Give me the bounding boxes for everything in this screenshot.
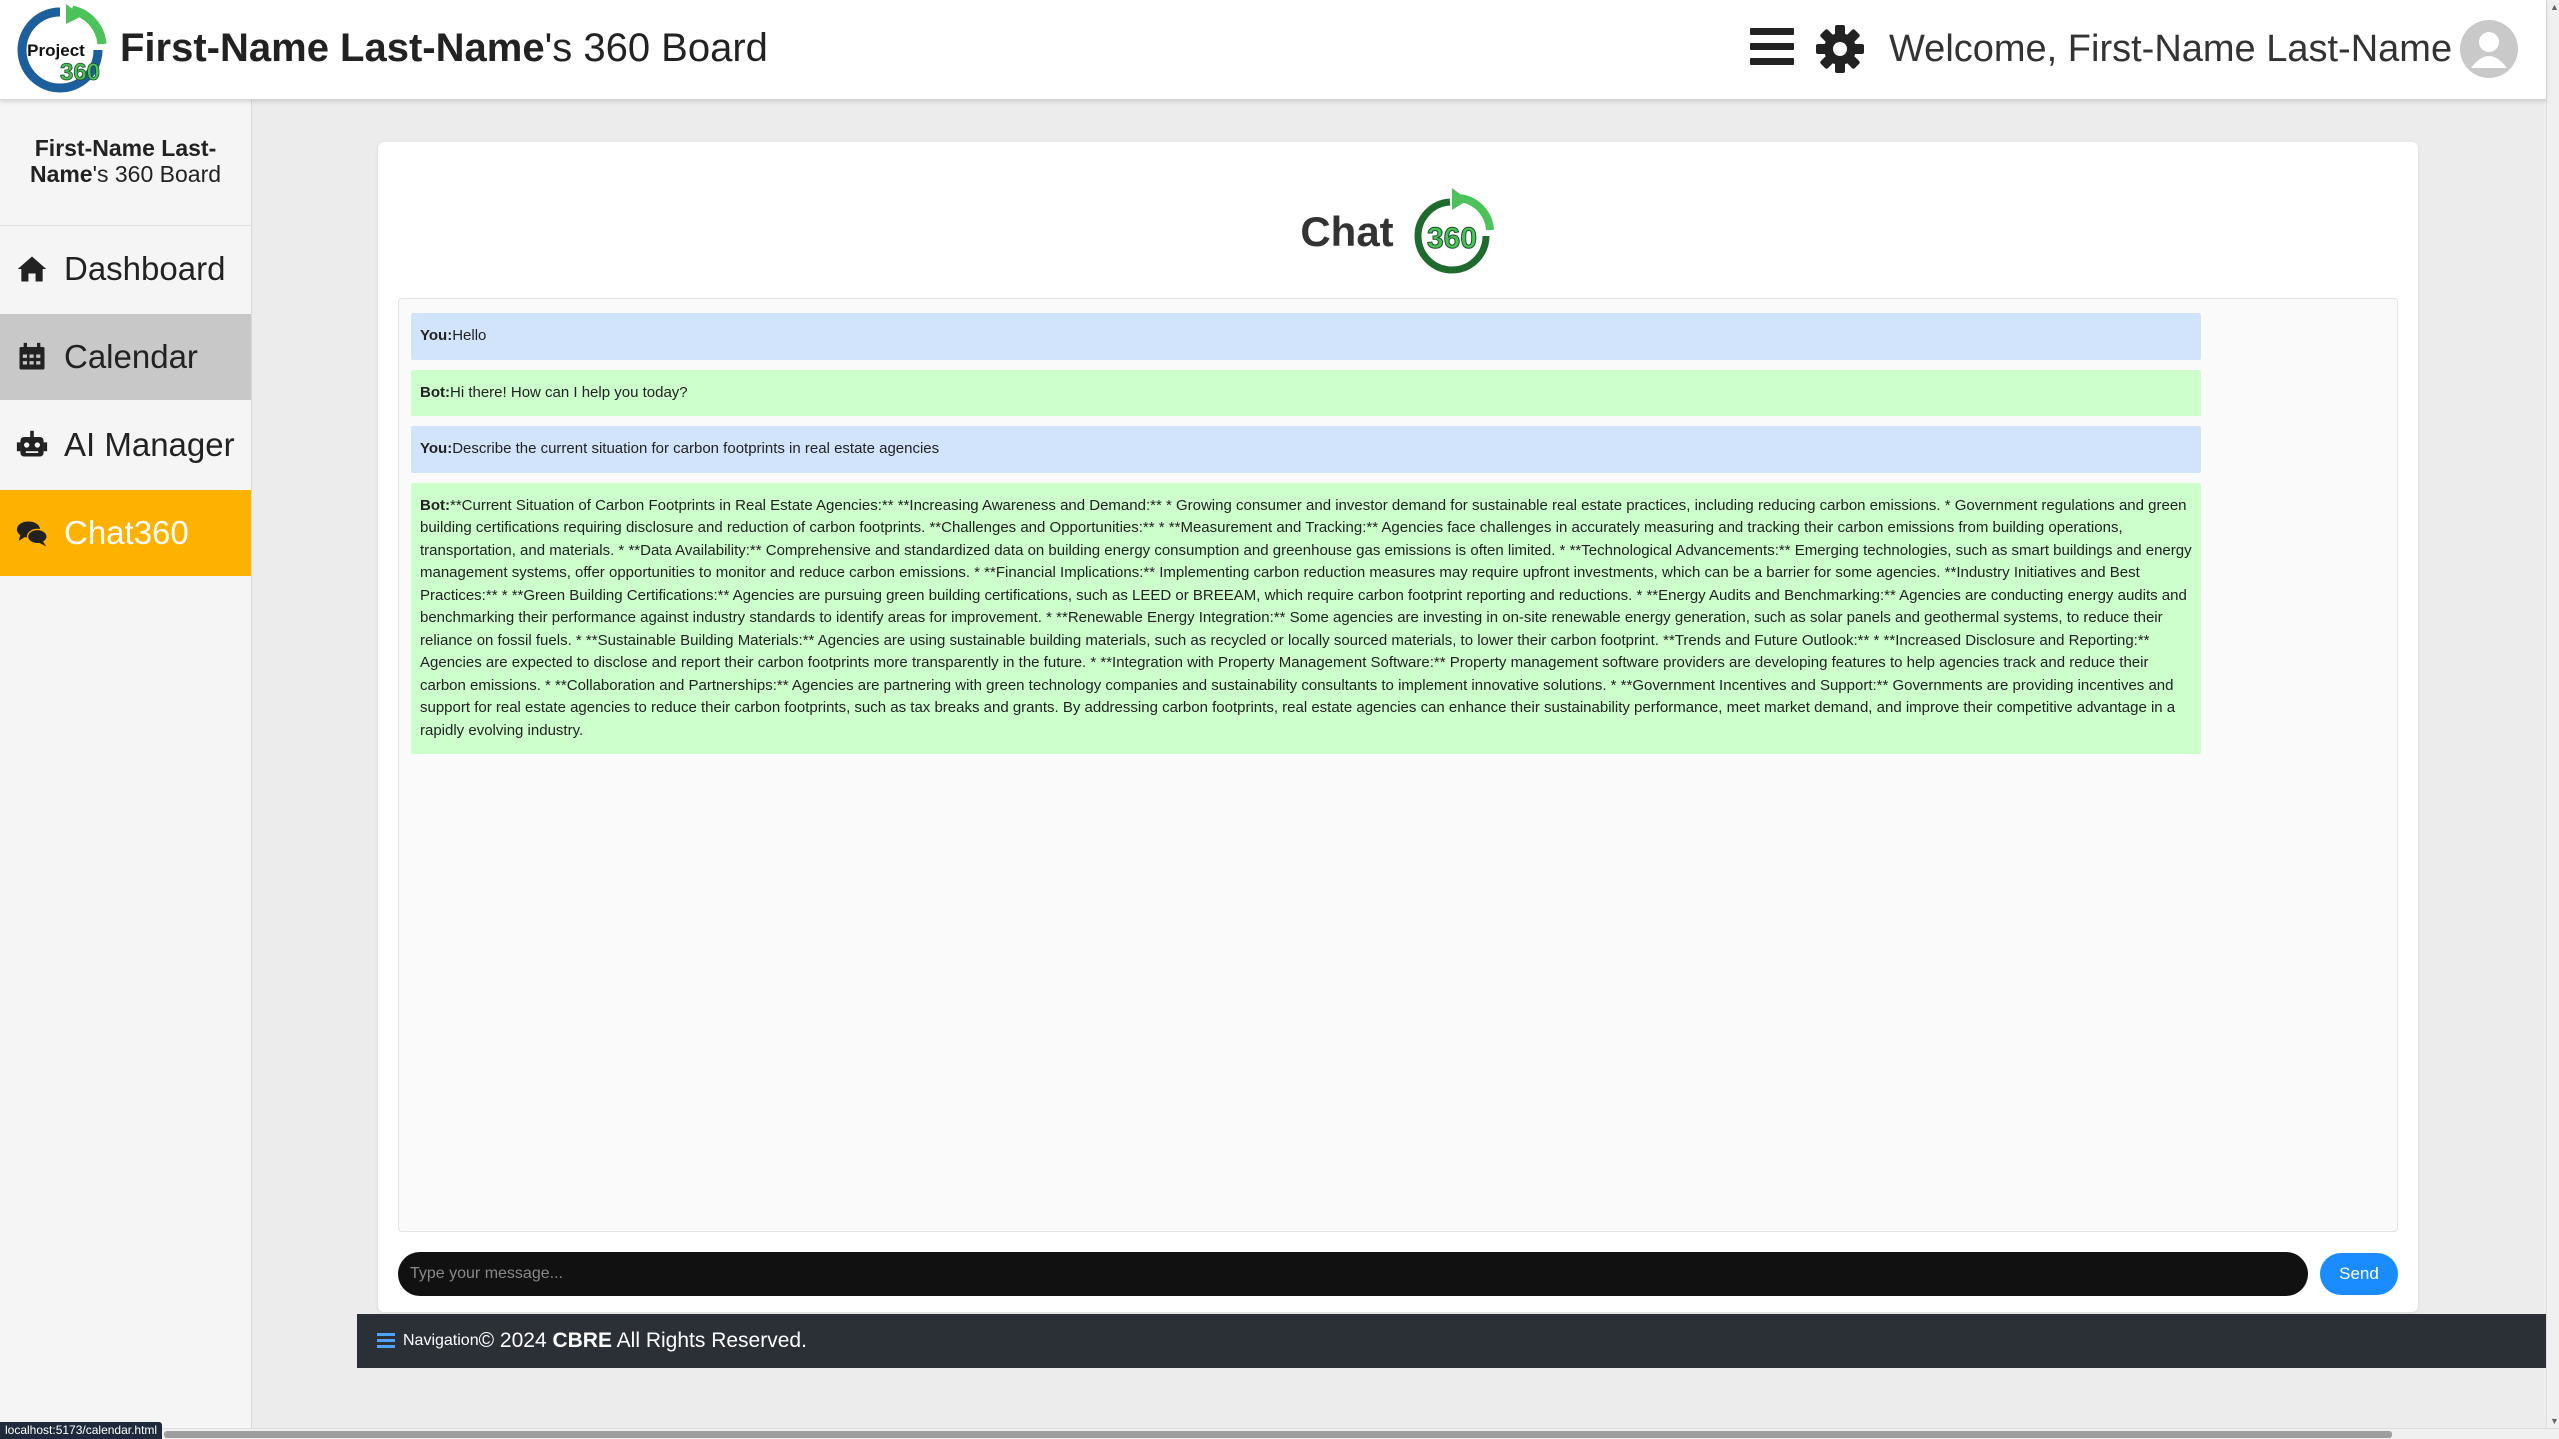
sidebar-item-calendar[interactable]: Calendar (0, 314, 251, 400)
page-title: First-Name Last-Name's 360 Board (120, 26, 768, 71)
message-user: You:Hello (411, 313, 2201, 360)
horizontal-scrollbar[interactable] (0, 1428, 2559, 1439)
user-avatar-icon[interactable] (2460, 20, 2518, 78)
message-sender: Bot: (420, 496, 450, 514)
sidebar-item-label: Chat360 (64, 514, 189, 551)
logo-text-project: Project (27, 41, 85, 60)
message-text: **Current Situation of Carbon Footprints… (420, 496, 2192, 739)
company-name: CBRE (552, 1329, 612, 1352)
sidebar-item-chat360[interactable]: Chat360 (0, 490, 251, 576)
home-icon (14, 251, 50, 287)
chat-logo-text: 360 (1427, 222, 1477, 255)
footer-copyright: © 2024 CBRE All Rights Reserved. (479, 1329, 807, 1353)
message-text: Hi there! How can I help you today? (450, 383, 688, 401)
message-input[interactable] (398, 1252, 2308, 1296)
chat-360-logo: 360 (1414, 188, 1494, 274)
welcome-text: Welcome, First-Name Last-Name (1889, 28, 2453, 70)
page-title-suffix: 's 360 Board (544, 26, 768, 70)
message-user: You:Describe the current situation for c… (411, 426, 2201, 473)
message-bot: Bot:Hi there! How can I help you today? (411, 369, 2201, 416)
sidebar-item-label: AI Manager (64, 426, 235, 463)
chat-bubbles-icon (14, 515, 50, 551)
chat-header: Chat 360 (378, 182, 2418, 282)
sidebar-item-dashboard[interactable]: Dashboard (0, 226, 251, 312)
message-text: Hello (452, 327, 487, 344)
sidebar-title-suffix: 's 360 Board (92, 161, 222, 187)
logo-text-360: 360 (60, 59, 100, 86)
message-list[interactable]: You:Hello Bot:Hi there! How can I help y… (398, 298, 2398, 1232)
scroll-down-arrow-icon[interactable]: ▼ (2550, 1416, 2559, 1426)
scroll-up-arrow-icon[interactable]: ▲ (2550, 2, 2559, 12)
copyright-prefix: © 2024 (478, 1329, 553, 1352)
footer-menu-icon (377, 1333, 395, 1349)
sidebar-title: First-Name Last-Name's 360 Board (0, 100, 251, 226)
vertical-scrollbar[interactable]: ▲ ▼ (2546, 0, 2559, 1428)
project-360-logo[interactable]: Project 360 (10, 4, 110, 94)
chat-card: Chat 360 You:Hello Bot:Hi there! How can… (378, 142, 2418, 1312)
message-sender: Bot: (420, 383, 450, 401)
message-bot: Bot:**Current Situation of Carbon Footpr… (411, 482, 2201, 754)
message-sender: You: (420, 327, 453, 344)
chat-heading: Chat (1300, 208, 1394, 255)
robot-icon (14, 427, 50, 463)
message-text: Describe the current situation for carbo… (452, 440, 940, 457)
status-bar-url: localhost:5173/calendar.html (0, 1422, 163, 1439)
top-header: Project 360 First-Name Last-Name's 360 B… (0, 0, 2546, 100)
calendar-icon (14, 339, 50, 375)
gear-icon[interactable] (1815, 24, 1865, 74)
message-sender: You: (420, 440, 453, 457)
page-title-name: First-Name Last-Name (120, 26, 545, 70)
send-button[interactable]: Send (2320, 1253, 2398, 1295)
sidebar: First-Name Last-Name's 360 Board Dashboa… (0, 100, 252, 1430)
sidebar-item-label: Calendar (64, 338, 198, 375)
footer-navigation-label: Navigation (403, 1332, 479, 1349)
horizontal-scrollbar-thumb[interactable] (164, 1431, 2392, 1438)
footer: Navigation © 2024 CBRE All Rights Reserv… (357, 1314, 2546, 1368)
sidebar-item-ai-manager[interactable]: AI Manager (0, 402, 251, 488)
copyright-suffix: All Rights Reserved. (611, 1329, 807, 1352)
footer-navigation-toggle[interactable]: Navigation (377, 1332, 479, 1350)
sidebar-item-label: Dashboard (64, 250, 226, 287)
hamburger-menu-icon[interactable] (1750, 28, 1794, 70)
